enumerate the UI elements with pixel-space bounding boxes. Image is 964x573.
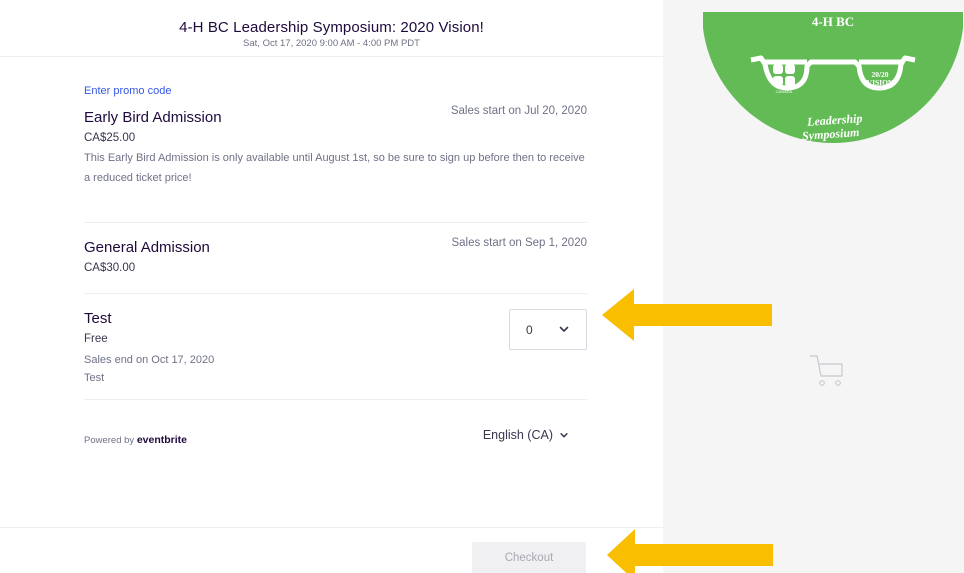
- sales-start-note: Sales start on Jul 20, 2020: [450, 105, 587, 117]
- modal-footer: Powered by eventbrite English (CA): [84, 428, 587, 454]
- ticket-early-bird: Early Bird Admission CA$25.00 This Early…: [84, 97, 587, 223]
- highlight-arrow-icon: [607, 529, 773, 573]
- checkout-button[interactable]: Checkout: [472, 542, 586, 573]
- ticket-test: Test Free Sales end on Oct 17, 2020 Test…: [84, 294, 587, 400]
- powered-by: Powered by eventbrite: [84, 434, 187, 446]
- ticket-price: CA$30.00: [84, 262, 136, 274]
- ticket-general: General Admission CA$30.00 Sales start o…: [84, 223, 587, 294]
- ticket-price: CA$25.00: [84, 132, 136, 144]
- ticket-description: This Early Bird Admission is only availa…: [84, 152, 585, 184]
- eventbrite-logo[interactable]: eventbrite: [137, 434, 187, 446]
- modal-header: 4-H BC Leadership Symposium: 2020 Vision…: [0, 0, 663, 57]
- ticket-list: Enter promo code Early Bird Admission CA…: [84, 57, 587, 454]
- sales-end-note: Sales end on Oct 17, 2020: [84, 354, 215, 366]
- promo-code-link[interactable]: Enter promo code: [84, 85, 587, 97]
- quantity-select[interactable]: 0: [509, 309, 587, 350]
- event-title: 4-H BC Leadership Symposium: 2020 Vision…: [179, 19, 484, 36]
- logo-canada-text: CANADA: [776, 89, 793, 94]
- logo-vision-line2: VISION: [867, 78, 894, 87]
- powered-by-prefix: Powered by: [84, 435, 135, 446]
- highlight-arrow-icon: [602, 289, 772, 341]
- ticket-extra-note: Test: [84, 372, 105, 384]
- shopping-cart-icon: [810, 355, 843, 386]
- language-value: English (CA): [482, 428, 553, 442]
- ticket-modal: 4-H BC Leadership Symposium: 2020 Vision…: [0, 0, 663, 573]
- quantity-value: 0: [526, 322, 533, 337]
- checkout-bar: Checkout: [0, 527, 663, 573]
- chevron-down-icon: [559, 326, 569, 332]
- event-logo: 4-H BC CANADA 20/20 VISION Leadership Sy…: [703, 12, 963, 143]
- event-datetime: Sat, Oct 17, 2020 9:00 AM - 4:00 PM PDT: [243, 38, 420, 49]
- sales-start-note: Sales start on Sep 1, 2020: [451, 237, 587, 249]
- logo-top-text: 4-H BC: [812, 14, 854, 29]
- chevron-down-icon: [560, 433, 568, 438]
- language-select[interactable]: English (CA): [483, 428, 569, 442]
